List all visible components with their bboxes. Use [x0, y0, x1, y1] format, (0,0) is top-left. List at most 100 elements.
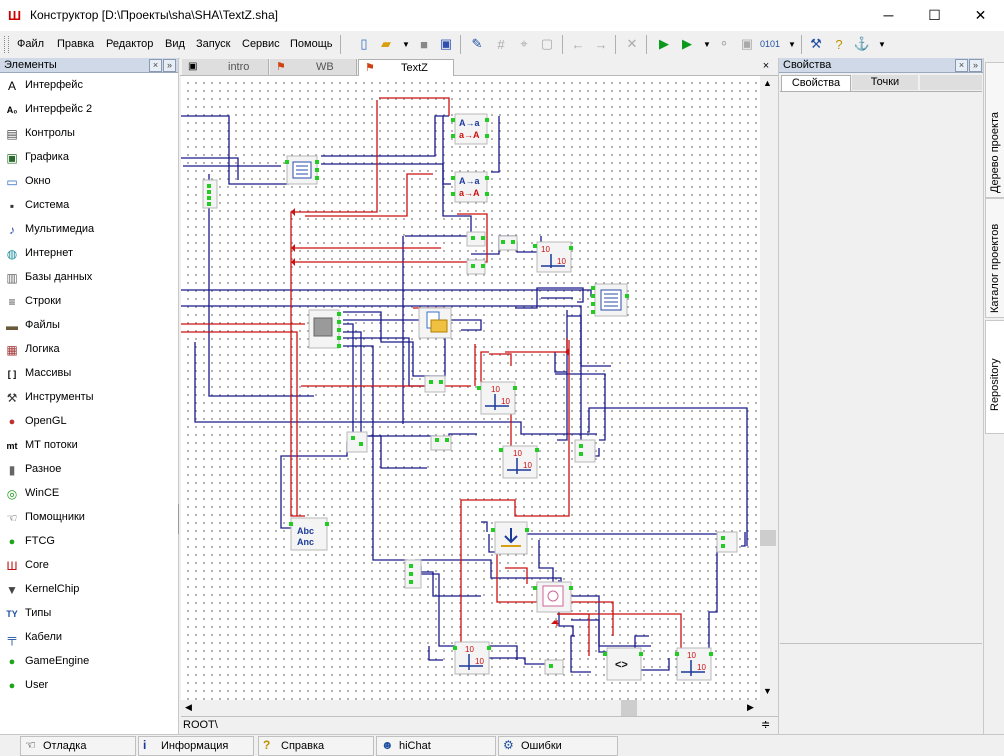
close-icon[interactable]: ×: [955, 59, 968, 72]
element-category-item[interactable]: ☜ Помощники: [0, 506, 177, 530]
node-case-convert-1[interactable]: A→a a→A: [454, 113, 488, 145]
open-folder-icon[interactable]: ▰: [376, 34, 396, 54]
element-category-item[interactable]: A Интерфейс: [0, 74, 177, 98]
align-icon[interactable]: ⌖: [514, 34, 534, 54]
element-category-item[interactable]: ▦ Логика: [0, 338, 177, 362]
node-memo-2[interactable]: [594, 283, 628, 317]
collapse-icon[interactable]: »: [163, 59, 176, 72]
back-arrow-icon[interactable]: ←: [568, 34, 588, 54]
node-string-replace[interactable]: Abc Anc: [290, 517, 328, 551]
grid-icon[interactable]: #: [491, 34, 511, 54]
close-icon[interactable]: ×: [149, 59, 162, 72]
element-category-item[interactable]: ▼ KernelChip: [0, 578, 177, 602]
save-all-icon[interactable]: ▣: [436, 34, 456, 54]
node-open-dialog[interactable]: [418, 307, 452, 339]
element-category-item[interactable]: mt МТ потоки: [0, 434, 177, 458]
schema-canvas[interactable]: A→a a→A A→a a→A 10 10 10 10 10 10 10 10 …: [181, 76, 760, 716]
delete-icon[interactable]: ✕: [622, 34, 642, 54]
errors-button[interactable]: ⚙ Ошибки: [498, 736, 618, 756]
scroll-thumb[interactable]: [760, 530, 776, 546]
anchor-icon[interactable]: ⚓: [852, 34, 872, 54]
scroll-left-icon[interactable]: ◀: [185, 702, 192, 713]
element-category-item[interactable]: ● FTCG: [0, 530, 177, 554]
collapse-icon[interactable]: »: [969, 59, 982, 72]
node-math-3[interactable]: 10 10: [502, 445, 538, 479]
element-category-item[interactable]: ● User: [0, 674, 177, 698]
element-category-item[interactable]: Ш Core: [0, 554, 177, 578]
tab-wb[interactable]: ⚑ WB: [270, 59, 357, 75]
tab-project-tree[interactable]: Дерево проекта: [985, 62, 1004, 198]
element-category-item[interactable]: ◎ WinCE: [0, 482, 177, 506]
save-icon[interactable]: ■: [414, 34, 434, 54]
help-icon[interactable]: ?: [829, 34, 849, 54]
node-loop[interactable]: [536, 581, 572, 613]
element-category-item[interactable]: TY Типы: [0, 602, 177, 626]
menu-service[interactable]: Сервис: [242, 38, 280, 50]
vertical-scrollbar[interactable]: ▲ ▼: [760, 76, 776, 716]
tab-properties[interactable]: Свойства: [781, 75, 851, 91]
hichat-button[interactable]: ☻ hiChat: [376, 736, 496, 756]
element-category-item[interactable]: ≡ Строки: [0, 290, 177, 314]
scroll-right-icon[interactable]: ▶: [747, 702, 754, 713]
chevron-down-icon[interactable]: ▼: [396, 34, 416, 54]
menu-view[interactable]: Вид: [165, 38, 185, 50]
node-button[interactable]: [308, 309, 340, 349]
debug-button[interactable]: ☜ Отладка: [20, 736, 136, 756]
tab-intro[interactable]: ▣ intro: [182, 59, 269, 75]
run-icon[interactable]: ▶: [654, 34, 674, 54]
scroll-thumb[interactable]: [621, 700, 637, 716]
info-button[interactable]: i Информация: [138, 736, 254, 756]
menu-editor[interactable]: Редактор: [106, 38, 153, 50]
node-math-1[interactable]: 10 10: [536, 241, 572, 273]
element-category-item[interactable]: ♪ Мультимедиа: [0, 218, 177, 242]
element-category-item[interactable]: ╤ Кабели: [0, 626, 177, 650]
pause-icon[interactable]: ▣: [737, 34, 757, 54]
debug-run-icon[interactable]: ▶: [677, 34, 697, 54]
element-category-item[interactable]: ▬ Файлы: [0, 314, 177, 338]
forward-arrow-icon[interactable]: →: [591, 34, 611, 54]
element-category-item[interactable]: [ ] Массивы: [0, 362, 177, 386]
chevron-down-icon[interactable]: ▼: [872, 34, 892, 54]
compile-icon[interactable]: 0101: [760, 34, 780, 54]
chevron-down-icon[interactable]: ▼: [782, 34, 802, 54]
node-math-5[interactable]: 10 10: [676, 647, 712, 681]
tab-project-catalog[interactable]: Каталог проектов: [985, 198, 1004, 318]
menu-run[interactable]: Запуск: [196, 38, 230, 50]
element-category-item[interactable]: ▮ Разное: [0, 458, 177, 482]
edit-form-icon[interactable]: ✎: [467, 34, 487, 54]
element-category-item[interactable]: ◍ Интернет: [0, 242, 177, 266]
step-icon[interactable]: ⚬: [714, 34, 734, 54]
properties-grid[interactable]: [780, 93, 982, 644]
element-category-item[interactable]: ▤ Контролы: [0, 122, 177, 146]
element-category-item[interactable]: ● OpenGL: [0, 410, 177, 434]
node-compare[interactable]: <>: [606, 647, 642, 681]
node-memo-1[interactable]: [286, 155, 318, 185]
splitter-icon[interactable]: ≑: [761, 718, 770, 731]
node-save[interactable]: [494, 521, 528, 555]
tab-points[interactable]: Точки: [852, 75, 918, 90]
scroll-up-icon[interactable]: ▲: [763, 78, 772, 88]
maximize-button[interactable]: ☐: [912, 0, 957, 31]
scroll-down-icon[interactable]: ▼: [763, 686, 772, 696]
element-category-item[interactable]: ▥ Базы данных: [0, 266, 177, 290]
node-case-convert-2[interactable]: A→a a→A: [454, 171, 488, 203]
close-button[interactable]: ✕: [958, 0, 1003, 31]
menu-edit[interactable]: Правка: [57, 38, 94, 50]
new-file-icon[interactable]: ▯: [354, 34, 374, 54]
menu-file[interactable]: Файл: [17, 38, 44, 50]
tab-repository[interactable]: Repository: [985, 320, 1004, 434]
element-category-item[interactable]: ▪ Система: [0, 194, 177, 218]
horizontal-scrollbar[interactable]: ◀ ▶: [181, 700, 760, 716]
menu-help[interactable]: Помощь: [290, 38, 333, 50]
node-math-2[interactable]: 10 10: [480, 381, 516, 415]
tab-textz[interactable]: ⚑ TextZ: [358, 59, 454, 76]
close-tab-icon[interactable]: ×: [760, 60, 772, 72]
fit-icon[interactable]: ▢: [537, 34, 557, 54]
element-category-item[interactable]: ● GameEngine: [0, 650, 177, 674]
element-category-item[interactable]: A₀ Интерфейс 2: [0, 98, 177, 122]
element-category-item[interactable]: ▭ Окно: [0, 170, 177, 194]
element-category-item[interactable]: ▣ Графика: [0, 146, 177, 170]
tools-icon[interactable]: ⚒: [806, 34, 826, 54]
help-button[interactable]: ? Справка: [258, 736, 374, 756]
minimize-button[interactable]: ─: [866, 0, 911, 31]
